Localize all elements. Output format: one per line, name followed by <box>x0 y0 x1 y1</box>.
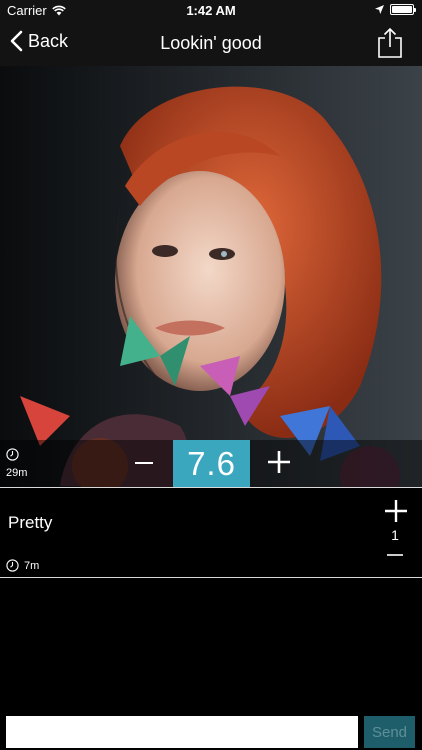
downvote-button[interactable] <box>386 549 404 561</box>
location-arrow-icon <box>375 5 384 14</box>
comment-row[interactable]: Pretty 7m 1 <box>0 489 422 576</box>
score-value: 7.6 <box>173 440 250 487</box>
send-button[interactable]: Send <box>364 716 415 748</box>
rating-bar: 29m 7.6 <box>0 440 422 487</box>
divider <box>0 487 422 488</box>
upvote-button[interactable] <box>383 498 409 524</box>
elapsed-time: 29m <box>6 467 28 479</box>
rated-photo[interactable] <box>0 66 422 488</box>
status-bar: Carrier 1:42 AM <box>0 0 422 22</box>
page-title: Lookin' good <box>160 33 262 53</box>
battery-icon <box>390 4 416 15</box>
nav-bar: Back Lookin' good <box>0 22 422 66</box>
increase-score-button[interactable] <box>265 448 293 476</box>
clock-icon <box>6 448 19 461</box>
portrait-image <box>0 66 422 488</box>
decrease-score-button[interactable] <box>132 446 156 480</box>
comment-time-value: 7m <box>24 559 40 572</box>
comment-timestamp: 7m <box>6 559 39 572</box>
clock-icon <box>6 559 19 572</box>
comment-text: Pretty <box>8 513 53 532</box>
rating-elapsed: 29m <box>6 448 27 479</box>
divider <box>0 577 422 578</box>
comment-input[interactable] <box>6 716 358 748</box>
clock: 1:42 AM <box>186 3 236 18</box>
comment-input-bar: Send <box>0 708 422 750</box>
battery-fill <box>392 6 412 13</box>
vote-count: 1 <box>391 527 399 543</box>
share-icon[interactable] <box>376 27 404 59</box>
